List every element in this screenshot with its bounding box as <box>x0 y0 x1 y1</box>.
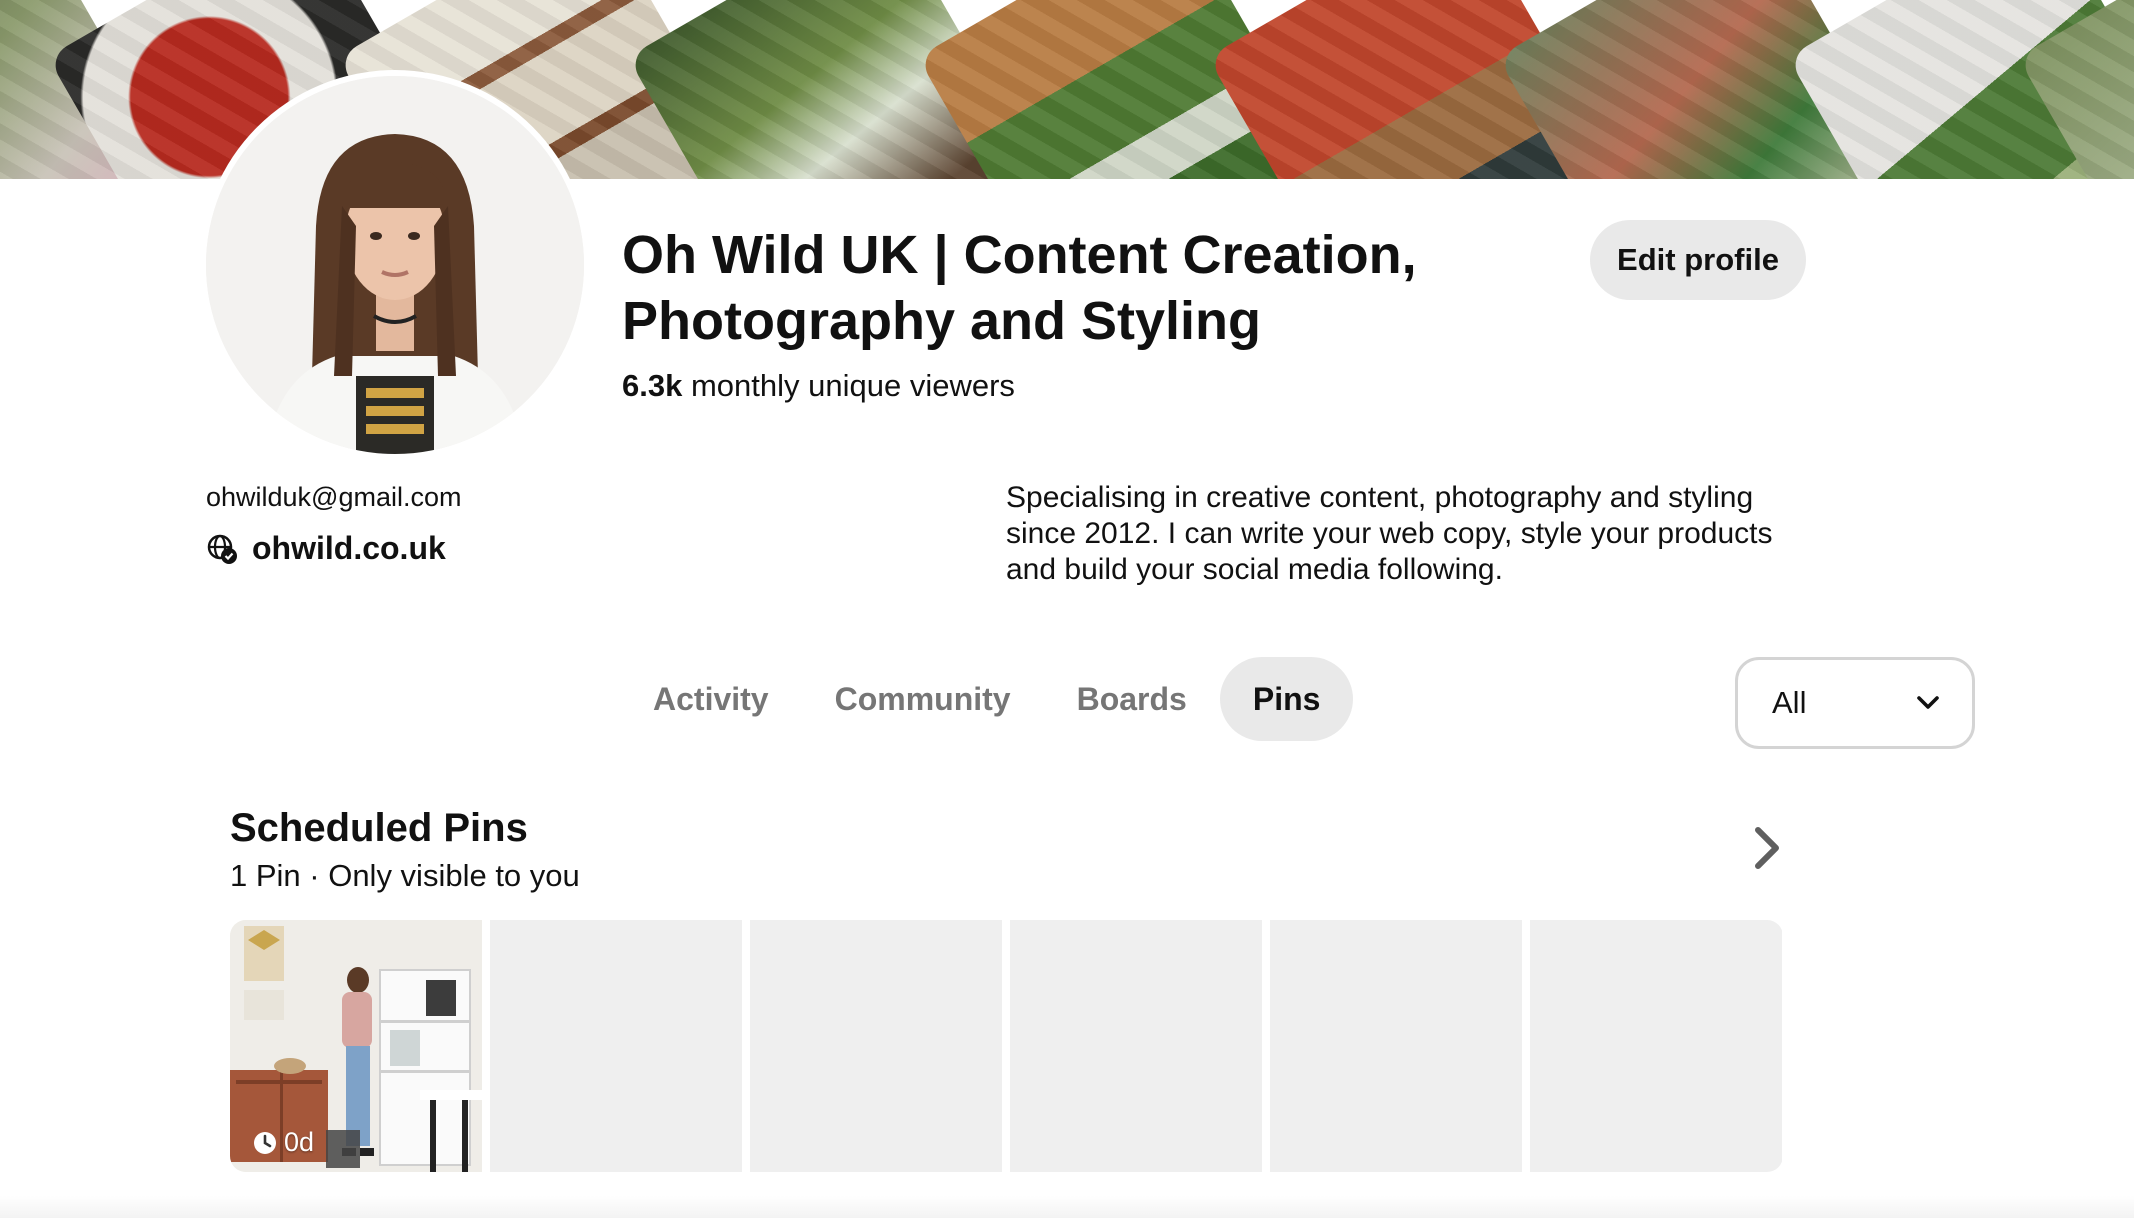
chevron-right-icon[interactable] <box>1742 820 1790 876</box>
profile-page: Oh Wild UK | Content Creation, Photograp… <box>0 0 2134 1218</box>
website-link[interactable]: ohwild.co.uk <box>206 530 446 567</box>
pin-placeholder <box>750 920 1002 1172</box>
scheduled-pin[interactable]: 0d <box>230 920 482 1172</box>
monthly-viewers: 6.3k monthly unique viewers <box>622 368 1015 404</box>
tab-pins[interactable]: Pins <box>1219 657 1354 741</box>
verified-globe-icon <box>206 533 238 565</box>
pin-filter-select[interactable]: All <box>1735 657 1975 749</box>
profile-tabs: Activity Community Boards Pins <box>620 656 1354 742</box>
tab-boards[interactable]: Boards <box>1044 657 1220 741</box>
avatar[interactable] <box>200 70 590 460</box>
edit-profile-button[interactable]: Edit profile <box>1590 220 1806 300</box>
website-url: ohwild.co.uk <box>252 530 446 566</box>
avatar-photo <box>206 76 584 454</box>
filter-selected-value: All <box>1772 685 1807 720</box>
profile-bio: Specialising in creative content, photog… <box>1006 481 1773 586</box>
chevron-down-icon <box>1914 689 1942 717</box>
pin-placeholder <box>1010 920 1262 1172</box>
pin-placeholder <box>1270 920 1522 1172</box>
profile-name: Oh Wild UK | Content Creation, Photograp… <box>622 225 1417 351</box>
contact-email[interactable]: ohwilduk@gmail.com <box>206 482 462 513</box>
viewers-count: 6.3k <box>622 368 683 403</box>
scheduled-pins-title[interactable]: Scheduled Pins <box>230 806 528 851</box>
pin-schedule-badge: 0d <box>252 1127 314 1158</box>
pin-schedule-days: 0d <box>284 1127 315 1157</box>
pin-placeholder <box>490 920 742 1172</box>
tab-activity[interactable]: Activity <box>620 657 802 741</box>
viewers-label: monthly unique viewers <box>682 368 1015 403</box>
tab-community[interactable]: Community <box>802 657 1044 741</box>
pin-placeholder <box>1530 920 1782 1172</box>
scheduled-pins-row: 0d <box>230 920 1783 1172</box>
scheduled-pins-subtitle: 1 Pin · Only visible to you <box>230 858 580 893</box>
avatar-portrait-icon <box>206 76 584 454</box>
clock-icon <box>252 1130 278 1156</box>
bottom-divider <box>0 1196 2134 1218</box>
